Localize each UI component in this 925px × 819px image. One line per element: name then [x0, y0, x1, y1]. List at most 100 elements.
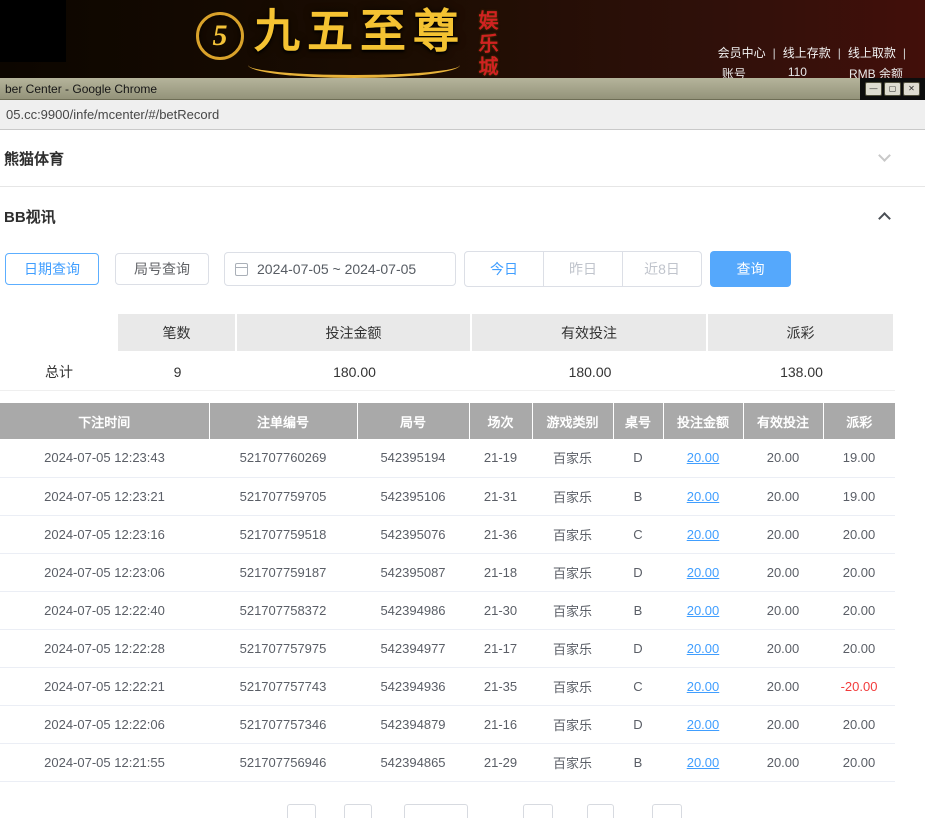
cell-table-no: B — [613, 743, 663, 781]
cell-bet-amount[interactable]: 20.00 — [663, 743, 743, 781]
cell-order-id: 521707757975 — [209, 629, 357, 667]
chevron-up-icon[interactable] — [878, 212, 891, 225]
cell-bet-amount[interactable]: 20.00 — [663, 591, 743, 629]
cell-time: 2024-07-05 12:23:21 — [0, 477, 209, 515]
nav-deposit[interactable]: 线上存款 — [783, 46, 831, 60]
cell-order-id: 521707756946 — [209, 743, 357, 781]
cell-round-id: 542394977 — [357, 629, 469, 667]
cell-time: 2024-07-05 12:22:40 — [0, 591, 209, 629]
cell-game-type: 百家乐 — [532, 477, 613, 515]
summary-payout-value: 138.00 — [708, 353, 895, 391]
cell-session: 21-36 — [469, 515, 532, 553]
cell-bet-amount[interactable]: 20.00 — [663, 515, 743, 553]
pagination-item[interactable] — [523, 804, 553, 819]
cell-game-type: 百家乐 — [532, 553, 613, 591]
cell-bet-amount[interactable]: 20.00 — [663, 667, 743, 705]
nav-withdraw[interactable]: 线上取款 — [848, 46, 896, 60]
cell-game-type: 百家乐 — [532, 629, 613, 667]
pagination-item[interactable] — [652, 804, 682, 819]
today-button[interactable]: 今日 — [464, 251, 544, 287]
cell-valid-bet: 20.00 — [743, 553, 823, 591]
minimize-button[interactable]: — — [865, 82, 882, 96]
cell-game-type: 百家乐 — [532, 591, 613, 629]
table-row: 2024-07-05 12:22:06521707757346542394879… — [0, 705, 895, 743]
cell-valid-bet: 20.00 — [743, 591, 823, 629]
cell-game-type: 百家乐 — [532, 743, 613, 781]
cell-time: 2024-07-05 12:22:21 — [0, 667, 209, 705]
cell-valid-bet: 20.00 — [743, 667, 823, 705]
cell-time: 2024-07-05 12:23:16 — [0, 515, 209, 553]
cell-session: 21-30 — [469, 591, 532, 629]
col-session: 场次 — [469, 403, 532, 439]
summary-header-blank — [0, 314, 118, 353]
maximize-button[interactable]: ▢ — [884, 82, 901, 96]
cell-order-id: 521707758372 — [209, 591, 357, 629]
logo-emblem-icon: 5 — [196, 12, 244, 60]
cell-round-id: 542395076 — [357, 515, 469, 553]
summary-count-value: 9 — [118, 353, 237, 391]
cell-session: 21-35 — [469, 667, 532, 705]
cell-session: 21-18 — [469, 553, 532, 591]
summary-bet-value: 180.00 — [237, 353, 472, 391]
address-bar[interactable]: 05.cc:9900/infe/mcenter/#/betRecord — [0, 100, 925, 130]
cell-session: 21-17 — [469, 629, 532, 667]
date-query-tab[interactable]: 日期查询 — [5, 253, 99, 285]
cell-bet-amount[interactable]: 20.00 — [663, 439, 743, 477]
nav-member-center[interactable]: 会员中心 — [718, 46, 766, 60]
table-row: 2024-07-05 12:23:21521707759705542395106… — [0, 477, 895, 515]
cell-time: 2024-07-05 12:22:28 — [0, 629, 209, 667]
chevron-down-icon[interactable] — [878, 149, 891, 162]
logo-title: 九五至尊 — [254, 2, 466, 62]
date-range-input[interactable]: 2024-07-05 ~ 2024-07-05 — [224, 252, 456, 286]
cell-bet-amount[interactable]: 20.00 — [663, 477, 743, 515]
cell-payout: 20.00 — [823, 591, 895, 629]
cell-table-no: D — [613, 705, 663, 743]
cell-payout: 20.00 — [823, 705, 895, 743]
window-controls: — ▢ ✕ — [860, 78, 925, 100]
bet-table-body: 2024-07-05 12:23:43521707760269542395194… — [0, 439, 895, 781]
cell-order-id: 521707759518 — [209, 515, 357, 553]
table-header-row: 下注时间 注单编号 局号 场次 游戏类别 桌号 投注金额 有效投注 派彩 — [0, 403, 895, 439]
section-bb-video[interactable]: BB视讯 — [0, 187, 925, 245]
cell-round-id: 542395106 — [357, 477, 469, 515]
col-table-no: 桌号 — [613, 403, 663, 439]
cell-round-id: 542394986 — [357, 591, 469, 629]
table-row: 2024-07-05 12:21:55521707756946542394865… — [0, 743, 895, 781]
pagination-item[interactable] — [344, 804, 372, 819]
round-query-tab[interactable]: 局号查询 — [115, 253, 209, 285]
pagination-item[interactable] — [404, 804, 468, 819]
cell-session: 21-29 — [469, 743, 532, 781]
cell-bet-amount[interactable]: 20.00 — [663, 705, 743, 743]
col-game-type: 游戏类别 — [532, 403, 613, 439]
cell-round-id: 542395194 — [357, 439, 469, 477]
cell-payout: 19.00 — [823, 439, 895, 477]
cell-order-id: 521707757346 — [209, 705, 357, 743]
col-valid-bet: 有效投注 — [743, 403, 823, 439]
summary-header-valid: 有效投注 — [472, 314, 708, 353]
cell-table-no: D — [613, 439, 663, 477]
yesterday-button[interactable]: 昨日 — [543, 251, 623, 287]
cell-payout: 20.00 — [823, 743, 895, 781]
page-content: 熊猫体育 BB视讯 日期查询 局号查询 2024-07-05 ~ 2024-07… — [0, 130, 925, 818]
cell-session: 21-16 — [469, 705, 532, 743]
search-button[interactable]: 查询 — [710, 251, 791, 287]
section-title: 熊猫体育 — [4, 148, 64, 169]
cell-bet-amount[interactable]: 20.00 — [663, 629, 743, 667]
cell-session: 21-31 — [469, 477, 532, 515]
cell-time: 2024-07-05 12:21:55 — [0, 743, 209, 781]
pagination-item[interactable] — [287, 804, 316, 819]
cell-payout: 20.00 — [823, 553, 895, 591]
last-8-days-button[interactable]: 近8日 — [622, 251, 702, 287]
window-titlebar[interactable]: ber Center - Google Chrome — ▢ ✕ — [0, 78, 925, 100]
cell-game-type: 百家乐 — [532, 667, 613, 705]
cell-bet-amount[interactable]: 20.00 — [663, 553, 743, 591]
corner-block — [0, 0, 66, 62]
nav-separator: | — [903, 46, 906, 60]
url-text: 05.cc:9900/infe/mcenter/#/betRecord — [6, 107, 219, 122]
section-panda-sports[interactable]: 熊猫体育 — [0, 130, 925, 187]
cell-time: 2024-07-05 12:23:06 — [0, 553, 209, 591]
pagination-item[interactable] — [587, 804, 614, 819]
close-button[interactable]: ✕ — [903, 82, 920, 96]
cell-game-type: 百家乐 — [532, 705, 613, 743]
cell-session: 21-19 — [469, 439, 532, 477]
